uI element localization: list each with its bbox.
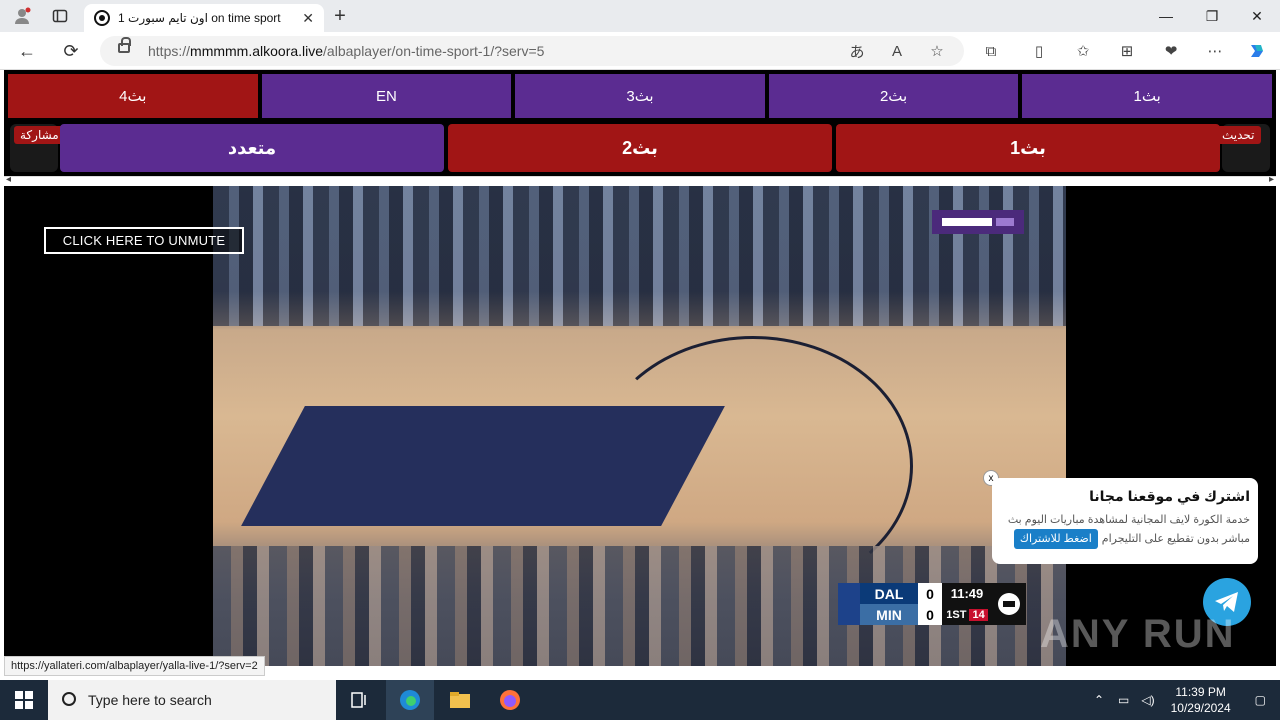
minimize-icon[interactable]: — xyxy=(1143,0,1189,32)
team1-name: DAL xyxy=(860,583,918,604)
translate-icon[interactable]: あ xyxy=(846,40,868,62)
server-button-en[interactable]: EN xyxy=(261,74,512,118)
quarter: 1ST xyxy=(946,608,967,621)
url-path: /albaplayer/on-time-sport-1/?serv=5 xyxy=(323,43,545,59)
favorite-star-icon[interactable]: ☆ xyxy=(926,40,948,62)
collections-icon[interactable]: ⊞ xyxy=(1116,40,1138,62)
task-view-icon[interactable] xyxy=(336,680,384,720)
new-tab-icon[interactable]: + xyxy=(330,5,350,27)
network-icon[interactable]: ▭ xyxy=(1112,693,1135,707)
refresh-label: تحديث xyxy=(1216,126,1261,144)
edge-taskbar-icon[interactable] xyxy=(386,680,434,720)
profile-icon[interactable] xyxy=(12,6,32,26)
subscribe-button[interactable]: اضغط للاشتراك xyxy=(1013,529,1098,549)
scoreboard: DAL MIN 0 0 11:49 1ST 14 xyxy=(838,583,1026,625)
extensions-icon[interactable]: ⧉ xyxy=(980,40,1002,62)
back-icon[interactable]: ← xyxy=(16,40,38,62)
volume-icon[interactable]: ◁) xyxy=(1135,693,1160,707)
popup-description: خدمة الكورة لايف المجانية لمشاهدة مباريا… xyxy=(1000,511,1250,549)
scroll-right-icon[interactable]: ▸ xyxy=(1269,174,1274,185)
soccer-ball-icon xyxy=(94,10,110,26)
copilot-icon[interactable] xyxy=(1246,40,1268,62)
windows-taskbar: Type here to search ⌃ ▭ ◁) 11:39 PM 10/2… xyxy=(0,680,1280,720)
url-field[interactable]: https://mmmmm.alkoora.live/albaplayer/on… xyxy=(100,36,964,66)
read-aloud-icon[interactable]: A xyxy=(886,40,908,62)
server-button-3[interactable]: بث3 xyxy=(515,74,765,118)
windows-start-icon[interactable] xyxy=(0,680,48,720)
tnt-sports-logo-icon xyxy=(992,583,1026,625)
server-button-2[interactable]: بث2 xyxy=(768,74,1019,118)
taskbar-clock[interactable]: 11:39 PM 10/29/2024 xyxy=(1161,684,1241,716)
split-screen-icon[interactable]: ▯ xyxy=(1028,40,1050,62)
close-window-icon[interactable]: ✕ xyxy=(1234,0,1280,32)
file-explorer-icon[interactable] xyxy=(436,680,484,720)
performance-icon[interactable]: ❤ xyxy=(1160,40,1182,62)
favorites-icon[interactable]: ✩ xyxy=(1072,40,1094,62)
taskbar-search-input[interactable]: Type here to search xyxy=(48,680,336,720)
search-placeholder: Type here to search xyxy=(88,692,212,708)
scroll-left-icon[interactable]: ◂ xyxy=(6,174,11,185)
clock-date: 10/29/2024 xyxy=(1170,701,1231,715)
restore-icon[interactable]: ❐ xyxy=(1189,0,1235,32)
system-tray: ⌃ ▭ ◁) 11:39 PM 10/29/2024 ▢ xyxy=(1086,680,1280,720)
unmute-button[interactable]: CLICK HERE TO UNMUTE xyxy=(44,227,244,254)
share-label: مشاركة xyxy=(14,126,65,144)
crowd-top xyxy=(213,186,1066,326)
popup-desc-line1: خدمة الكورة لايف المجانية لمشاهدة مباريا… xyxy=(1007,514,1250,526)
tab-close-icon[interactable]: ✕ xyxy=(302,10,314,27)
horizontal-scrollbar[interactable]: ◂ ▸ xyxy=(4,174,1276,186)
search-icon xyxy=(62,692,76,706)
url-domain: mmmmm.alkoora.live xyxy=(190,43,324,59)
popup-desc-line2: مباشر بدون تقطيع على التليجرام xyxy=(1101,533,1250,545)
nba-logo-icon xyxy=(838,583,860,625)
notifications-icon[interactable]: ▢ xyxy=(1241,693,1280,707)
server-row-top: بث4 EN بث3 بث2 بث1 xyxy=(8,74,1272,118)
url-prefix: https:// xyxy=(148,43,191,59)
lock-icon xyxy=(118,37,131,53)
team1-score: 0 xyxy=(926,585,934,602)
team2-name: MIN xyxy=(860,604,918,625)
watermark: ANY RUN xyxy=(1040,612,1236,656)
clock-time: 11:39 PM xyxy=(1175,685,1226,699)
status-url-tooltip: https://yallateri.com/albaplayer/yalla-l… xyxy=(4,656,265,676)
tab-actions-icon[interactable] xyxy=(50,6,70,26)
browser-tab[interactable]: اون تايم سبورت 1 on time sport ✕ xyxy=(84,4,324,32)
server-row-main: متعدد بث2 بث1 xyxy=(60,124,1220,172)
shot-clock: 14 xyxy=(969,608,988,621)
server-button-4[interactable]: بث4 xyxy=(8,74,258,118)
team2-score: 0 xyxy=(926,606,934,623)
browser-titlebar: اون تايم سبورت 1 on time sport ✕ + — ❐ ✕ xyxy=(0,0,1280,32)
game-clock: 11:49 xyxy=(950,586,984,601)
subscribe-popup: اشترك في موقعنا مجانا خدمة الكورة لايف ا… xyxy=(992,478,1258,564)
show-hidden-icons[interactable]: ⌃ xyxy=(1086,693,1112,707)
popup-title: اشترك في موقعنا مجانا xyxy=(1089,488,1250,504)
server-multi-button[interactable]: متعدد xyxy=(60,124,444,172)
server-main-1-button[interactable]: بث1 xyxy=(836,124,1220,172)
server-main-2-button[interactable]: بث2 xyxy=(448,124,832,172)
refresh-icon[interactable]: ⟳ xyxy=(60,40,82,62)
channel-logo xyxy=(932,210,1024,234)
tab-title: اون تايم سبورت 1 on time sport xyxy=(118,11,281,25)
more-menu-icon[interactable]: ⋯ xyxy=(1204,40,1226,62)
firefox-icon[interactable] xyxy=(486,680,534,720)
server-button-1[interactable]: بث1 xyxy=(1022,74,1272,118)
